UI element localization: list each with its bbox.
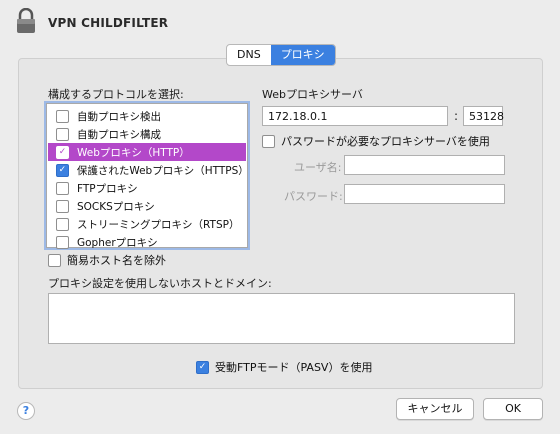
list-item[interactable]: ✓ Webプロキシ（HTTP） [48,143,246,161]
lock-icon [14,7,38,34]
list-item[interactable]: FTPプロキシ [48,179,246,197]
protocol-list[interactable]: 自動プロキシ検出 自動プロキシ構成 ✓ Webプロキシ（HTTP） ✓ 保護され… [46,103,249,251]
proxy-server-label: Webプロキシサーバ [262,88,363,101]
list-item-label: 自動プロキシ構成 [77,128,161,141]
password-label: パスワード: [284,190,343,203]
cancel-button[interactable]: キャンセル [396,398,474,420]
list-item-label: Gopherプロキシ [77,236,158,249]
list-item[interactable]: 自動プロキシ検出 [48,107,246,125]
port-separator: : [454,109,459,123]
protocols-label: 構成するプロトコルを選択: [48,88,184,101]
window-title: VPN CHILDFILTER [48,16,169,30]
checkbox[interactable] [56,217,69,231]
list-item-label: 保護されたWebプロキシ（HTTPS） [76,164,249,177]
list-item[interactable]: Gopherプロキシ [48,233,246,251]
list-item[interactable]: ✓ 保護されたWebプロキシ（HTTPS） [48,161,249,179]
checkbox[interactable] [56,109,69,123]
username-label: ユーザ名: [294,161,342,174]
help-icon[interactable]: ? [17,402,35,420]
tab-dns[interactable]: DNS [227,45,271,65]
checkbox-label: パスワードが必要なプロキシサーバを使用 [281,135,490,148]
checkbox[interactable] [56,127,69,141]
tab-bar: DNS プロキシ [226,44,336,66]
checkbox-label: 受動FTPモード（PASV）を使用 [215,361,373,374]
list-item[interactable]: 自動プロキシ構成 [48,125,246,143]
checkbox[interactable] [56,181,69,195]
bypass-label: プロキシ設定を使用しないホストとドメイン: [48,277,272,290]
checkbox[interactable]: ✓ [56,145,69,159]
list-item-label: FTPプロキシ [77,182,138,195]
list-item[interactable]: ストリーミングプロキシ（RTSP） [48,215,246,233]
checkbox[interactable]: ✓ [196,360,209,374]
checkbox[interactable]: ✓ [56,163,69,177]
pasv-checkbox[interactable]: ✓ 受動FTPモード（PASV）を使用 [196,359,372,375]
list-item[interactable]: SOCKSプロキシ [48,197,246,215]
checkbox[interactable] [56,235,69,249]
checkbox[interactable] [48,253,61,267]
list-item-label: Webプロキシ（HTTP） [77,146,190,159]
checkbox-label: 簡易ホスト名を除外 [67,254,166,267]
password-field[interactable] [344,184,505,204]
ok-button[interactable]: OK [483,398,543,420]
bypass-hosts-textarea[interactable] [48,293,515,344]
password-required-checkbox[interactable]: パスワードが必要なプロキシサーバを使用 [262,133,490,149]
proxy-port-field[interactable]: 53128 [463,106,504,126]
tab-proxy[interactable]: プロキシ [270,45,335,65]
checkbox[interactable] [56,199,69,213]
exclude-simple-hosts-checkbox[interactable]: 簡易ホスト名を除外 [48,252,166,268]
checkbox[interactable] [262,134,275,148]
list-item-label: 自動プロキシ検出 [77,110,161,123]
proxy-host-field[interactable]: 172.18.0.1 [262,106,448,126]
username-field[interactable] [344,155,505,175]
list-item-label: SOCKSプロキシ [77,200,155,213]
list-item-label: ストリーミングプロキシ（RTSP） [77,218,240,231]
